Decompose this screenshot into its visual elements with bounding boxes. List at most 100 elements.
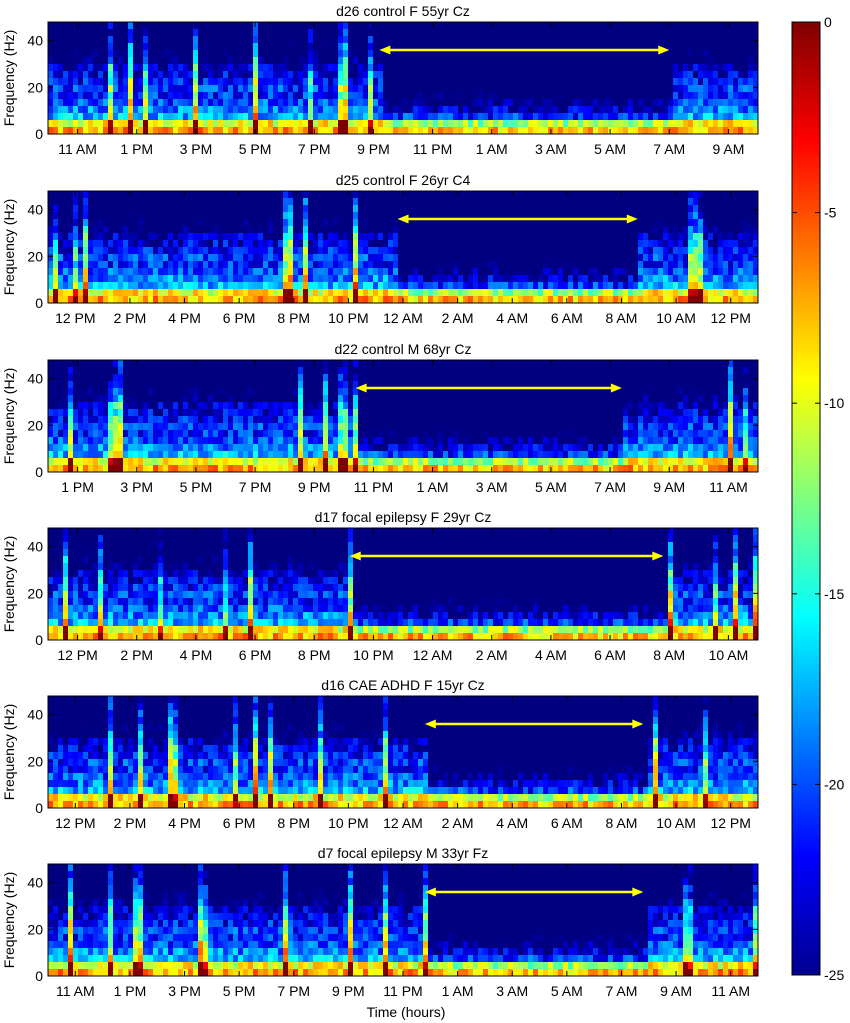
y-tick-label: 40 xyxy=(27,707,43,723)
x-tick-label: 11 PM xyxy=(413,141,452,157)
panel-2: d25 control F 26yr C4 0 20 40 Frequency (Hz)… xyxy=(1,172,759,326)
x-tick-label: 8 PM xyxy=(277,310,310,326)
panel-title: d25 control F 26yr C4 xyxy=(336,172,471,188)
x-tick-label: 12 AM xyxy=(383,310,423,326)
y-tick-label: 0 xyxy=(35,968,43,984)
panel-title: d26 control F 55yr Cz xyxy=(336,3,470,19)
x-tick-label: 12 PM xyxy=(710,310,750,326)
x-tick-label: 10 AM xyxy=(656,815,696,831)
x-tick-label: 12 PM xyxy=(710,815,750,831)
x-tick-label: 10 PM xyxy=(353,647,393,663)
colorbar: 0 -5 -10 -15 -20 -25 xyxy=(791,14,844,983)
colorbar-tick-label: -15 xyxy=(824,586,844,602)
x-tick-label: 7 PM xyxy=(298,141,331,157)
x-tick-label: 7 AM xyxy=(606,983,638,999)
y-tick-label: 0 xyxy=(35,295,43,311)
x-tick-label: 8 AM xyxy=(653,647,685,663)
x-tick-label: 1 PM xyxy=(120,141,153,157)
x-tick-label: 7 PM xyxy=(277,983,310,999)
x-tick-label: 6 AM xyxy=(551,815,583,831)
x-tick-label: 8 PM xyxy=(277,815,310,831)
panel-title: d17 focal epilepsy F 29yr Cz xyxy=(315,509,492,525)
x-tick-label: 5 AM xyxy=(535,479,567,495)
spectrogram-figure: d26 control F 55yr Cz 0 20 40 Frequency (Hz)… xyxy=(1,3,844,1020)
y-tick-label: 40 xyxy=(27,371,43,387)
y-tick-label: 20 xyxy=(27,417,43,433)
x-tick-label: 1 AM xyxy=(442,983,474,999)
x-tick-label: 11 PM xyxy=(354,479,393,495)
x-tick-label: 4 PM xyxy=(180,647,213,663)
x-tick-label: 12 PM xyxy=(55,815,95,831)
x-tick-label: 8 AM xyxy=(606,815,638,831)
x-tick-label: 1 PM xyxy=(114,983,147,999)
x-tick-label: 6 PM xyxy=(223,310,256,326)
x-tick-label: 4 AM xyxy=(496,815,528,831)
panel-title: d22 control M 68yr Cz xyxy=(335,341,472,357)
x-tick-label: 2 AM xyxy=(442,815,474,831)
y-tick-label: 40 xyxy=(27,875,43,891)
x-tick-label: 2 PM xyxy=(114,815,147,831)
spectrogram-image xyxy=(48,191,759,304)
x-tick-label: 12 AM xyxy=(383,815,423,831)
x-tick-label: 6 AM xyxy=(551,310,583,326)
x-tick-label: 7 PM xyxy=(239,479,272,495)
x-tick-label: 1 AM xyxy=(476,141,508,157)
x-tick-label: 5 PM xyxy=(180,479,213,495)
x-tick-label: 4 AM xyxy=(535,647,567,663)
x-tick-label: 9 AM xyxy=(712,141,744,157)
x-tick-label: 10 AM xyxy=(656,310,696,326)
spectrogram-image xyxy=(48,528,759,641)
x-tick-label: 6 PM xyxy=(223,815,256,831)
x-tick-label: 10 AM xyxy=(709,647,749,663)
panel-3: d22 control M 68yr Cz 0 20 40 Frequency (Hz)… xyxy=(1,341,759,495)
colorbar-tick-label: -10 xyxy=(824,395,844,411)
x-tick-label: 7 AM xyxy=(594,479,626,495)
x-tick-label: 5 AM xyxy=(551,983,583,999)
x-tick-label: 5 PM xyxy=(239,141,272,157)
x-tick-label: 8 AM xyxy=(606,310,638,326)
y-axis-label: Frequency (Hz) xyxy=(1,30,17,126)
colorbar-tick-label: -25 xyxy=(824,967,844,983)
y-tick-label: 20 xyxy=(27,79,43,95)
y-tick-label: 20 xyxy=(27,921,43,937)
y-axis-label: Frequency (Hz) xyxy=(1,368,17,464)
x-tick-label: 9 AM xyxy=(653,479,685,495)
panel-6: d7 focal epilepsy M 33yr Fz 0 20 40 Frequenc… xyxy=(1,845,759,999)
x-tick-label: 2 AM xyxy=(476,647,508,663)
x-tick-label: 3 PM xyxy=(168,983,201,999)
x-tick-label: 5 PM xyxy=(223,983,256,999)
x-tick-label: 8 PM xyxy=(298,647,331,663)
y-axis-label: Frequency (Hz) xyxy=(1,536,17,632)
x-tick-label: 3 AM xyxy=(496,983,528,999)
x-tick-label: 9 PM xyxy=(357,141,390,157)
x-tick-label: 12 PM xyxy=(57,647,97,663)
panel-4: d17 focal epilepsy F 29yr Cz 0 20 40 Frequen… xyxy=(1,509,759,663)
colorbar-tick-label: 0 xyxy=(824,14,832,30)
y-tick-label: 0 xyxy=(35,126,43,142)
x-tick-label: 2 AM xyxy=(442,310,474,326)
x-tick-label: 4 PM xyxy=(168,310,201,326)
y-tick-label: 0 xyxy=(35,464,43,480)
panel-title: d16 CAE ADHD F 15yr Cz xyxy=(321,677,484,693)
y-tick-label: 40 xyxy=(27,33,43,49)
x-axis-label: Time (hours) xyxy=(367,1004,446,1020)
x-tick-label: 3 AM xyxy=(535,141,567,157)
x-tick-label: 5 AM xyxy=(594,141,626,157)
x-tick-label: 11 AM xyxy=(56,983,95,999)
x-tick-label: 12 PM xyxy=(55,310,95,326)
y-tick-label: 0 xyxy=(35,632,43,648)
spectrogram-image xyxy=(48,22,759,135)
y-tick-label: 20 xyxy=(27,753,43,769)
spectrogram-panels: d26 control F 55yr Cz 0 20 40 Frequency (Hz)… xyxy=(1,3,759,999)
x-tick-label: 10 PM xyxy=(328,815,368,831)
y-axis-label: Frequency (Hz) xyxy=(1,704,17,800)
x-tick-label: 10 PM xyxy=(328,310,368,326)
panel-1: d26 control F 55yr Cz 0 20 40 Frequency (Hz)… xyxy=(1,3,759,157)
colorbar-tick-label: -20 xyxy=(824,776,844,792)
y-tick-label: 0 xyxy=(35,800,43,816)
x-tick-label: 4 AM xyxy=(496,310,528,326)
x-tick-label: 6 PM xyxy=(239,647,272,663)
x-tick-label: 9 PM xyxy=(298,479,331,495)
y-axis-label: Frequency (Hz) xyxy=(1,872,17,968)
x-tick-label: 2 PM xyxy=(114,310,147,326)
